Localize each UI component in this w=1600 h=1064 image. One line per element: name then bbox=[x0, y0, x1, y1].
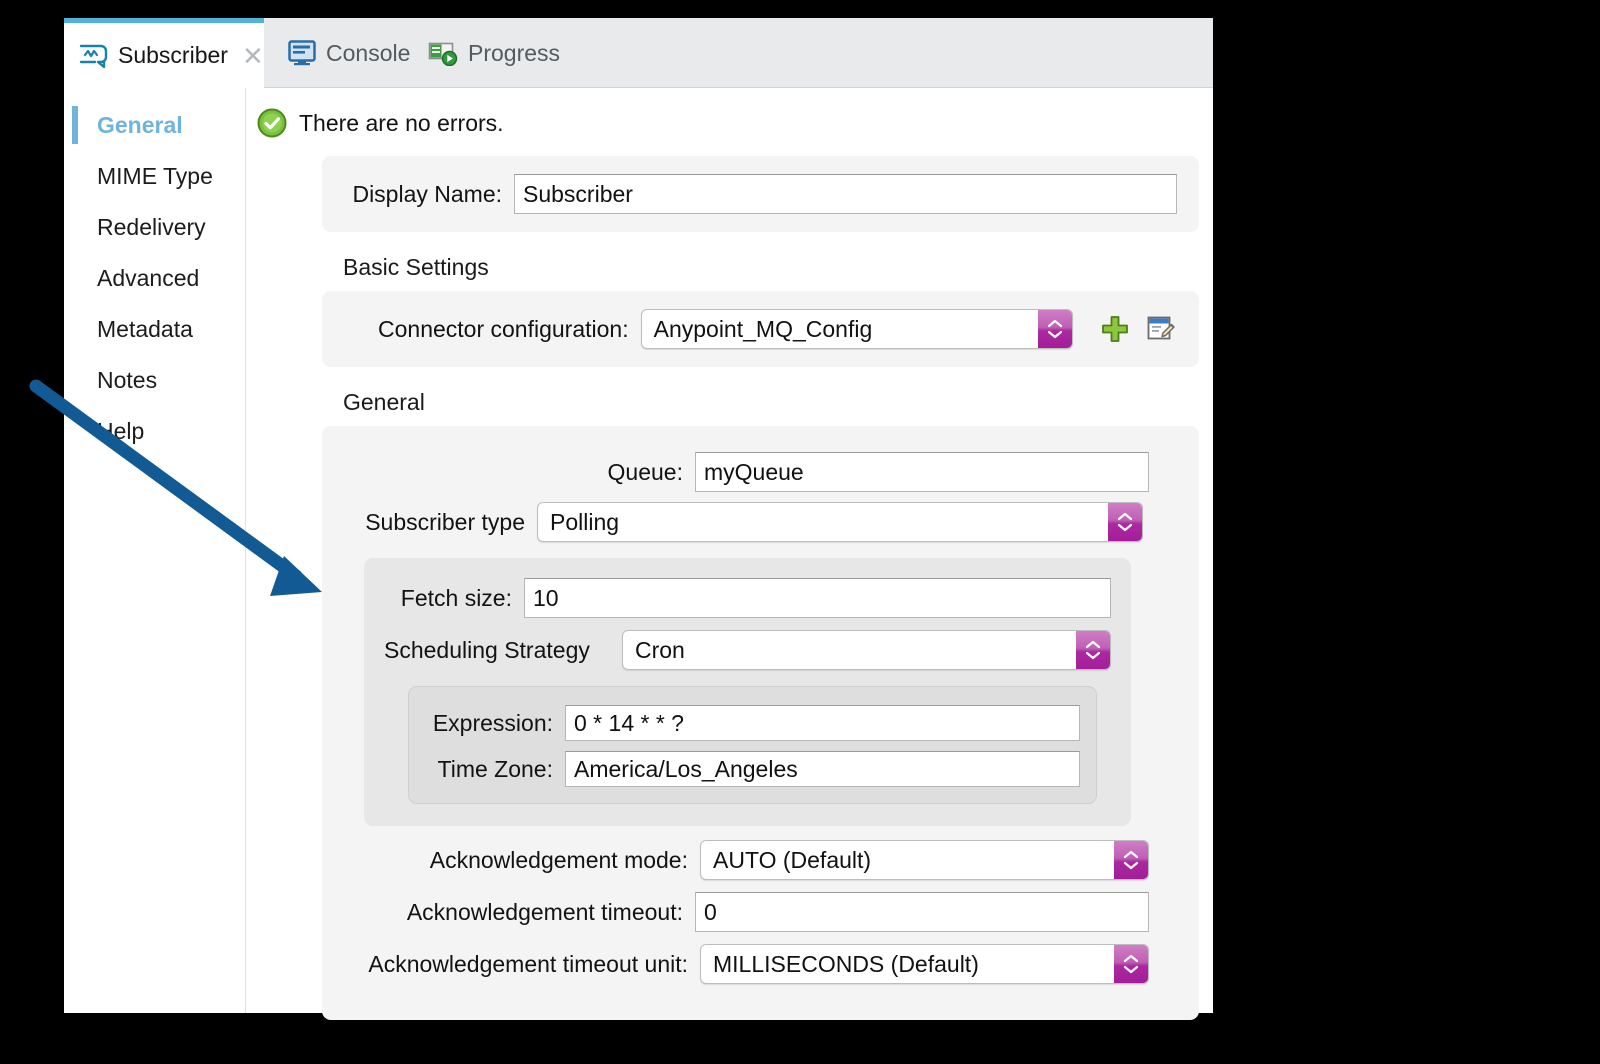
tab-progress-label: Progress bbox=[468, 40, 560, 67]
status-message: There are no errors. bbox=[257, 108, 1213, 138]
subscriber-type-label: Subscriber type bbox=[340, 509, 537, 536]
sidebar-item-label: Notes bbox=[97, 367, 157, 394]
scheduling-panel: Fetch size: 10 Scheduling Strategy Cron bbox=[364, 558, 1131, 826]
subscriber-type-dropdown[interactable]: Polling bbox=[537, 502, 1143, 542]
expression-input[interactable]: 0 * 14 * * ? bbox=[565, 705, 1080, 741]
status-text: There are no errors. bbox=[299, 110, 504, 137]
ack-mode-dropdown[interactable]: AUTO (Default) bbox=[700, 840, 1149, 880]
sidebar-item-metadata[interactable]: Metadata bbox=[64, 304, 245, 355]
chevron-updown-icon[interactable] bbox=[1114, 945, 1148, 983]
sidebar: General MIME Type Redelivery Advanced Me… bbox=[64, 88, 246, 1013]
scheduling-strategy-label: Scheduling Strategy bbox=[384, 637, 622, 664]
queue-value: myQueue bbox=[704, 459, 804, 486]
scheduling-strategy-dropdown[interactable]: Cron bbox=[622, 630, 1111, 670]
ack-timeout-unit-value: MILLISECONDS (Default) bbox=[713, 951, 979, 978]
basic-settings-heading: Basic Settings bbox=[343, 254, 1213, 281]
ack-timeout-unit-dropdown[interactable]: MILLISECONDS (Default) bbox=[700, 944, 1149, 984]
tab-progress[interactable]: Progress bbox=[414, 18, 574, 88]
success-check-icon bbox=[257, 108, 287, 138]
sidebar-item-mime-type[interactable]: MIME Type bbox=[64, 151, 245, 202]
screen: Subscriber ✕ Console bbox=[0, 0, 1600, 1064]
console-icon bbox=[288, 40, 316, 66]
basic-settings-panel: Connector configuration: Anypoint_MQ_Con… bbox=[322, 291, 1199, 367]
editor-body: General MIME Type Redelivery Advanced Me… bbox=[64, 88, 1213, 1013]
chevron-updown-icon[interactable] bbox=[1114, 841, 1148, 879]
settings-content: There are no errors. Display Name: Subsc… bbox=[247, 88, 1213, 1013]
fetch-size-input[interactable]: 10 bbox=[524, 578, 1111, 618]
queue-label: Queue: bbox=[340, 459, 695, 486]
expression-label: Expression: bbox=[425, 710, 565, 737]
tab-subscriber[interactable]: Subscriber ✕ bbox=[64, 18, 264, 88]
edit-configuration-button[interactable] bbox=[1145, 312, 1177, 346]
cron-panel: Expression: 0 * 14 * * ? Time Zone: Amer… bbox=[408, 686, 1097, 804]
tab-console-label: Console bbox=[326, 40, 410, 67]
sidebar-item-label: Help bbox=[97, 418, 144, 445]
chevron-updown-icon[interactable] bbox=[1076, 631, 1110, 669]
sidebar-item-label: General bbox=[97, 112, 183, 139]
scheduling-strategy-value: Cron bbox=[635, 637, 685, 664]
time-zone-input[interactable]: America/Los_Angeles bbox=[565, 751, 1080, 787]
ack-mode-value: AUTO (Default) bbox=[713, 847, 871, 874]
close-icon[interactable]: ✕ bbox=[242, 43, 264, 69]
queue-input[interactable]: myQueue bbox=[695, 452, 1149, 492]
add-configuration-button[interactable] bbox=[1099, 312, 1131, 346]
subscriber-icon bbox=[78, 43, 108, 69]
tab-subscriber-label: Subscriber bbox=[118, 42, 228, 69]
time-zone-value: America/Los_Angeles bbox=[574, 756, 798, 783]
ack-timeout-unit-label: Acknowledgement timeout unit: bbox=[340, 951, 700, 978]
tab-bar: Subscriber ✕ Console bbox=[64, 18, 1213, 88]
sidebar-item-help[interactable]: Help bbox=[64, 406, 245, 457]
subscriber-type-value: Polling bbox=[550, 509, 619, 536]
connector-configuration-label: Connector configuration: bbox=[344, 316, 641, 343]
connector-configuration-dropdown[interactable]: Anypoint_MQ_Config bbox=[641, 309, 1073, 349]
sidebar-item-notes[interactable]: Notes bbox=[64, 355, 245, 406]
sidebar-item-label: Redelivery bbox=[97, 214, 206, 241]
expression-value: 0 * 14 * * ? bbox=[574, 710, 684, 737]
sidebar-item-label: MIME Type bbox=[97, 163, 213, 190]
display-name-label: Display Name: bbox=[344, 181, 514, 208]
sidebar-item-label: Metadata bbox=[97, 316, 193, 343]
ack-mode-label: Acknowledgement mode: bbox=[340, 847, 700, 874]
plus-icon bbox=[1100, 314, 1130, 344]
display-name-value: Subscriber bbox=[523, 181, 633, 208]
progress-icon bbox=[428, 40, 458, 66]
tab-console[interactable]: Console bbox=[274, 18, 424, 88]
chevron-updown-icon[interactable] bbox=[1038, 310, 1072, 348]
fetch-size-value: 10 bbox=[533, 585, 559, 612]
general-panel: Queue: myQueue Subscriber type Polling bbox=[322, 426, 1199, 1020]
connector-configuration-value: Anypoint_MQ_Config bbox=[654, 316, 873, 343]
ack-timeout-label: Acknowledgement timeout: bbox=[340, 899, 695, 926]
general-heading: General bbox=[343, 389, 1213, 416]
edit-icon bbox=[1146, 314, 1176, 344]
sidebar-item-advanced[interactable]: Advanced bbox=[64, 253, 245, 304]
display-name-panel: Display Name: Subscriber bbox=[322, 156, 1199, 232]
time-zone-label: Time Zone: bbox=[425, 756, 565, 783]
sidebar-item-label: Advanced bbox=[97, 265, 199, 292]
ack-timeout-value: 0 bbox=[704, 899, 717, 926]
chevron-updown-icon[interactable] bbox=[1108, 503, 1142, 541]
ack-timeout-input[interactable]: 0 bbox=[695, 892, 1149, 932]
editor-window: Subscriber ✕ Console bbox=[64, 18, 1213, 1013]
sidebar-item-general[interactable]: General bbox=[64, 100, 245, 151]
display-name-input[interactable]: Subscriber bbox=[514, 174, 1177, 214]
fetch-size-label: Fetch size: bbox=[384, 585, 524, 612]
sidebar-item-redelivery[interactable]: Redelivery bbox=[64, 202, 245, 253]
